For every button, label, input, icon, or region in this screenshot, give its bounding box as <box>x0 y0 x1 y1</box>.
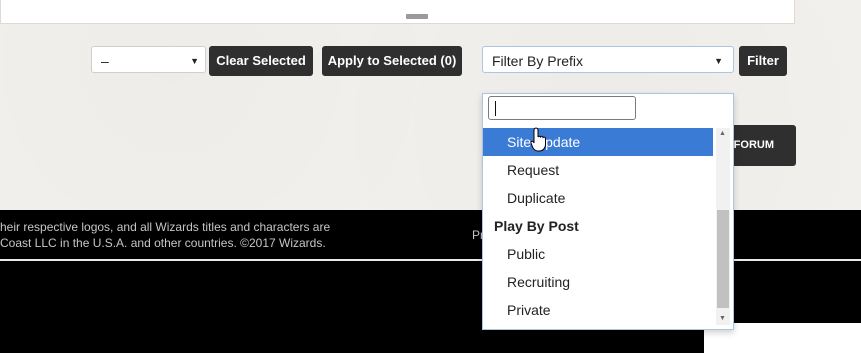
bulk-action-value: – <box>101 53 109 69</box>
scroll-down-icon[interactable]: ▼ <box>719 315 726 322</box>
apply-to-selected-button[interactable]: Apply to Selected (0) <box>322 46 462 76</box>
dropdown-options: Site Update Request Duplicate Play By Po… <box>483 128 713 324</box>
prefix-dropdown: Site Update Request Duplicate Play By Po… <box>482 93 734 330</box>
footer-legal-line-1: heir respective logos, and all Wizards t… <box>0 220 331 234</box>
option-private[interactable]: Private <box>483 296 713 324</box>
scrollbar-thumb[interactable] <box>717 210 729 308</box>
content-panel <box>0 0 795 24</box>
bulk-action-select[interactable]: – ▼ <box>91 46 206 73</box>
option-duplicate[interactable]: Duplicate <box>483 184 713 212</box>
option-site-update[interactable]: Site Update <box>483 128 713 156</box>
dropdown-search-input[interactable] <box>488 96 636 120</box>
dropdown-scrollbar[interactable]: ▲ ▼ <box>716 128 730 325</box>
option-recruiting[interactable]: Recruiting <box>483 268 713 296</box>
chevron-down-icon: ▼ <box>190 56 199 66</box>
chevron-down-icon: ▼ <box>714 56 723 66</box>
prefix-filter-value: Filter By Prefix <box>492 53 584 69</box>
prefix-filter-select[interactable]: Filter By Prefix ▼ <box>482 46 734 73</box>
hand-pointer-icon <box>530 127 546 152</box>
footer-legal-line-2: Coast LLC in the U.S.A. and other countr… <box>0 236 326 250</box>
panel-icon <box>406 14 428 19</box>
footer-legal-text: heir respective logos, and all Wizards t… <box>0 219 330 251</box>
group-play-by-post: Play By Post <box>494 218 579 234</box>
option-public[interactable]: Public <box>483 240 713 268</box>
clear-selected-button[interactable]: Clear Selected <box>209 46 313 76</box>
text-caret <box>495 101 496 116</box>
scroll-up-icon[interactable]: ▲ <box>719 130 726 137</box>
option-request[interactable]: Request <box>483 156 713 184</box>
filter-button[interactable]: Filter <box>739 46 787 76</box>
